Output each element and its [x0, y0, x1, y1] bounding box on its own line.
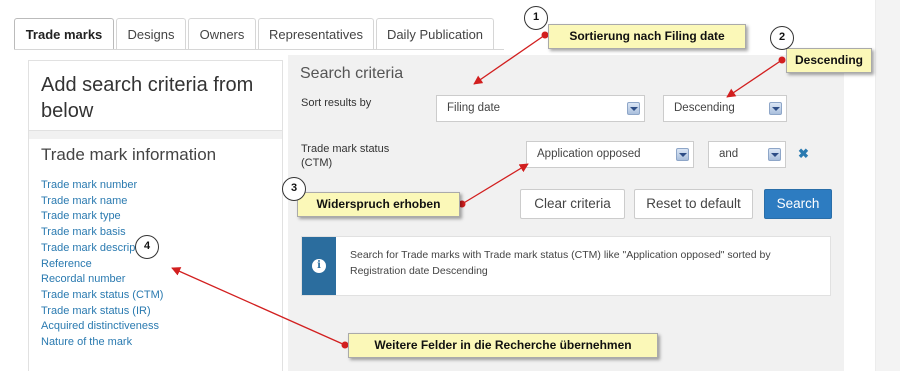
callout-1: Sortierung nach Filing date: [548, 24, 746, 49]
arrow-2-origin: [778, 56, 786, 64]
annotation-badge-4: 4: [135, 235, 159, 259]
arrow-2: [726, 59, 783, 98]
arrow-1: [473, 34, 546, 85]
annotation-badge-3: 3: [282, 177, 306, 201]
arrow-3: [461, 163, 529, 205]
annotation-badge-2: 2: [770, 26, 794, 50]
arrow-4: [171, 267, 346, 346]
callout-4: Weitere Felder in die Recherche übernehm…: [348, 333, 658, 358]
annotation-badge-1: 1: [524, 6, 548, 30]
callout-2: Descending: [786, 48, 872, 73]
annotation-arrows: [171, 31, 786, 349]
callout-3: Widerspruch erhoben: [297, 192, 460, 217]
